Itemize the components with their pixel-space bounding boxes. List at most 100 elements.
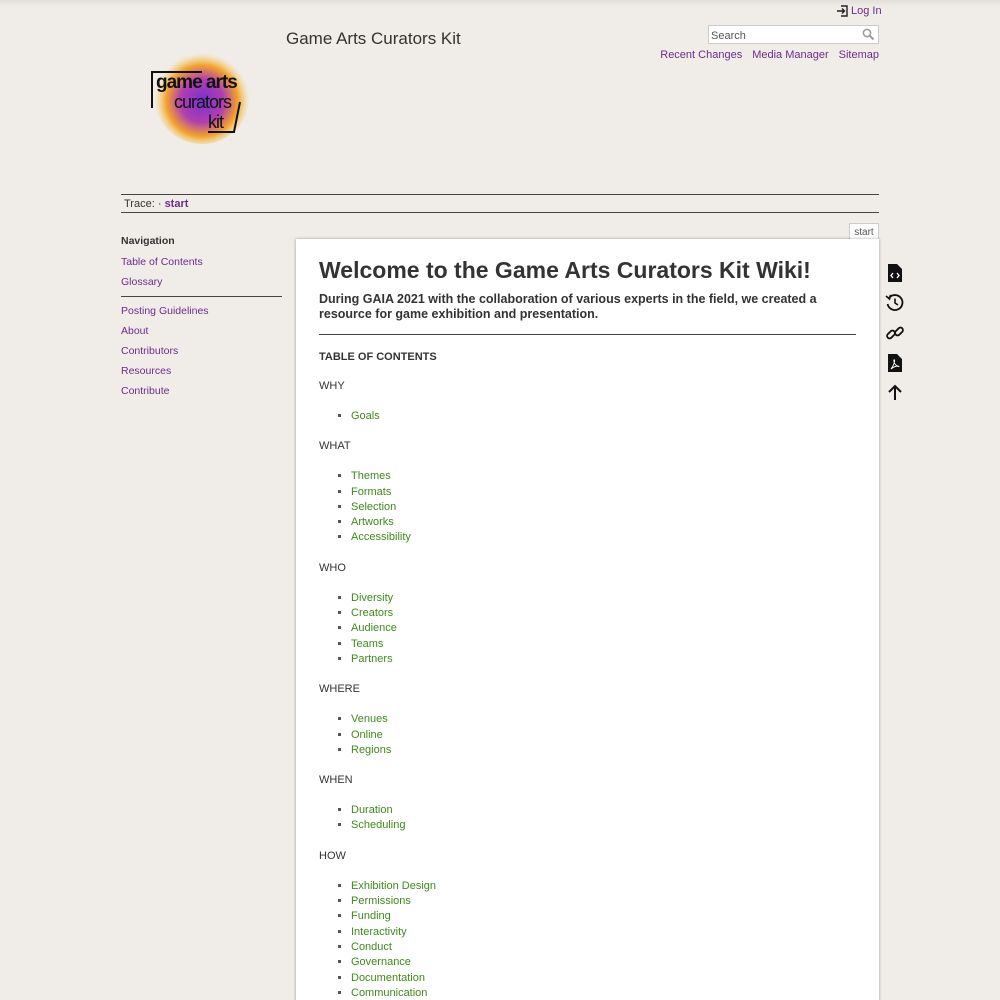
toc-link[interactable]: Artworks <box>351 516 394 528</box>
list-item: Communication <box>351 986 856 1000</box>
recent-changes-link[interactable]: Recent Changes <box>660 49 742 61</box>
sidebar-item-contributors[interactable]: Contributors <box>121 345 282 357</box>
toc-link[interactable]: Exhibition Design <box>351 880 436 892</box>
list-item: Scheduling <box>351 818 856 833</box>
login-icon <box>837 5 848 17</box>
toc-heading: TABLE OF CONTENTS <box>319 351 437 363</box>
list-item: Formats <box>351 485 856 500</box>
page-intro: During GAIA 2021 with the collaboration … <box>319 292 856 335</box>
toc-section-list: Themes Formats Selection Artworks Accessibil… <box>351 469 856 545</box>
logo-text-line1: game arts <box>156 72 237 93</box>
back-to-top-icon[interactable] <box>884 382 906 404</box>
list-item: Exhibition Design <box>351 879 856 894</box>
toc-link[interactable]: Funding <box>351 910 391 922</box>
list-item: Teams <box>351 637 856 652</box>
sidebar-title: Navigation <box>121 235 175 247</box>
list-item: Themes <box>351 469 856 484</box>
list-item: Interactivity <box>351 925 856 940</box>
toc-section-label: WHEN <box>319 774 353 787</box>
toc-link[interactable]: Goals <box>351 410 380 422</box>
toc-link[interactable]: Duration <box>351 804 393 816</box>
toc-link[interactable]: Documentation <box>351 972 425 984</box>
toc-section-list: Duration Scheduling <box>351 803 856 834</box>
toc-link[interactable]: Creators <box>351 607 393 619</box>
toc-link[interactable]: Online <box>351 729 383 741</box>
trace-start-link[interactable]: start <box>165 198 189 210</box>
site-title[interactable]: Game Arts Curators Kit <box>286 29 461 49</box>
site-tools: Recent Changes Media Manager Sitemap <box>660 49 879 61</box>
search-box <box>708 25 879 45</box>
toc-link[interactable]: Venues <box>351 713 388 725</box>
toc-link[interactable]: Communication <box>351 987 427 999</box>
site-logo[interactable]: game arts curators kit <box>142 46 264 146</box>
list-item: Conduct <box>351 940 856 955</box>
list-item: Documentation <box>351 971 856 986</box>
toc-link[interactable]: Conduct <box>351 941 392 953</box>
page-content: Welcome to the Game Arts Curators Kit Wi… <box>296 239 879 1000</box>
toc-link[interactable]: Diversity <box>351 592 393 604</box>
toc-link[interactable]: Accessibility <box>351 531 411 543</box>
trace-label: Trace: <box>124 198 155 210</box>
toc-link[interactable]: Formats <box>351 486 391 498</box>
login-link[interactable]: Log In <box>836 5 882 17</box>
sidebar-divider <box>121 296 282 297</box>
list-item: Audience <box>351 621 856 636</box>
list-item: Diversity <box>351 591 856 606</box>
sidebar-item-posting-guidelines[interactable]: Posting Guidelines <box>121 305 282 317</box>
sidebar-item-table-of-contents[interactable]: Table of Contents <box>121 256 282 268</box>
list-item: Venues <box>351 712 856 727</box>
toc-section-label: HOW <box>319 849 346 862</box>
list-item: Funding <box>351 909 856 924</box>
list-item: Online <box>351 728 856 743</box>
list-item: Regions <box>351 743 856 758</box>
sidebar-item-glossary[interactable]: Glossary <box>121 276 282 288</box>
toc-link[interactable]: Permissions <box>351 895 411 907</box>
toc-link[interactable]: Teams <box>351 638 383 650</box>
toc-section-label: WHAT <box>319 440 351 453</box>
toc-section-label: WHY <box>319 380 345 392</box>
list-item: Accessibility <box>351 530 856 545</box>
search-input[interactable] <box>709 27 859 45</box>
toc-link[interactable]: Scheduling <box>351 819 405 831</box>
old-revisions-icon[interactable] <box>884 292 906 314</box>
list-item: Duration <box>351 803 856 818</box>
trace-separator: · <box>157 198 162 210</box>
sidebar-item-contribute[interactable]: Contribute <box>121 385 282 397</box>
toc-link[interactable]: Selection <box>351 501 396 513</box>
sidebar-item-about[interactable]: About <box>121 325 282 337</box>
list-item: Selection <box>351 500 856 515</box>
list-item: Goals <box>351 409 856 424</box>
page-tools <box>884 262 906 412</box>
search-icon[interactable] <box>862 28 875 41</box>
toc-section-label: WHERE <box>319 683 360 696</box>
toc-section-list: Venues Online Regions <box>351 712 856 758</box>
show-source-icon[interactable] <box>884 262 906 284</box>
list-item: Creators <box>351 606 856 621</box>
toc-sections: WHY Goals WHAT Themes Formats Selection Artwor… <box>319 380 856 1000</box>
logo-text-line2: curators <box>174 92 232 112</box>
toc-section-label: WHO <box>319 561 346 574</box>
toc-section-list: Diversity Creators Audience Teams Partners <box>351 591 856 667</box>
login-label: Log In <box>851 5 882 17</box>
toc-link[interactable]: Regions <box>351 744 391 756</box>
page-title: Welcome to the Game Arts Curators Kit Wi… <box>319 257 811 283</box>
toc-link[interactable]: Partners <box>351 653 393 665</box>
toc-link[interactable]: Interactivity <box>351 926 407 938</box>
list-item: Partners <box>351 652 856 667</box>
toc-section-list: Exhibition Design Permissions Funding Inter… <box>351 879 856 1000</box>
list-item: Artworks <box>351 515 856 530</box>
sidebar: Navigation Table of Contents Glossary Po… <box>121 235 282 405</box>
breadcrumb: Trace: · start <box>121 194 879 213</box>
sitemap-link[interactable]: Sitemap <box>839 49 879 61</box>
logo-text-line3: kit <box>208 112 224 132</box>
list-item: Governance <box>351 955 856 970</box>
toc-link[interactable]: Themes <box>351 470 391 482</box>
export-pdf-icon[interactable] <box>884 352 906 374</box>
toc-link[interactable]: Audience <box>351 622 397 634</box>
backlinks-icon[interactable] <box>884 322 906 344</box>
toc-link[interactable]: Governance <box>351 956 411 968</box>
sidebar-item-resources[interactable]: Resources <box>121 365 282 377</box>
list-item: Permissions <box>351 894 856 909</box>
media-manager-link[interactable]: Media Manager <box>752 49 828 61</box>
toc-section-list: Goals <box>351 409 856 424</box>
